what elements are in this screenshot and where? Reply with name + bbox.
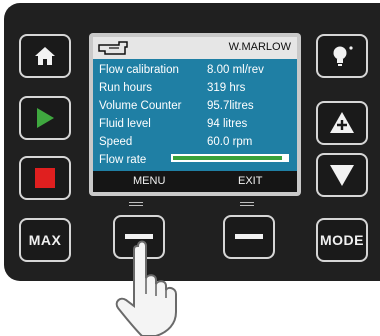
screen-header: W.MARLOW	[93, 37, 297, 59]
status-row: Speed 60.0 rpm	[99, 136, 252, 148]
user-name: W.MARLOW	[228, 41, 291, 53]
flow-rate-label: Flow rate	[99, 154, 147, 166]
softkey-left-label: MENU	[133, 175, 166, 187]
row-value: 8.00 ml/rev	[207, 64, 264, 76]
info-button[interactable]	[316, 34, 368, 78]
status-row: Fluid level 94 litres	[99, 118, 247, 130]
flow-rate-bar	[171, 154, 289, 162]
row-label: Speed	[99, 136, 133, 148]
softkey-bar: MENU EXIT	[93, 171, 297, 192]
exit-softkey-button[interactable]	[223, 215, 275, 259]
mode-button[interactable]: MODE	[316, 218, 368, 262]
stop-button[interactable]	[19, 156, 71, 200]
max-button-label: MAX	[28, 232, 62, 248]
lightbulb-icon	[333, 46, 353, 66]
mode-button-label: MODE	[320, 232, 364, 248]
up-button[interactable]	[316, 101, 368, 145]
hand-pointer-icon	[115, 240, 177, 336]
down-button[interactable]	[316, 153, 368, 197]
row-label: Run hours	[99, 82, 153, 94]
max-button[interactable]: MAX	[19, 218, 71, 262]
softkey-right-indicator	[240, 202, 254, 208]
flow-rate-fill	[173, 156, 282, 160]
row-label: Flow calibration	[99, 64, 179, 76]
row-label: Fluid level	[99, 118, 151, 130]
softkey-left-indicator	[129, 202, 143, 208]
down-arrow-icon	[330, 165, 354, 186]
dash-icon	[235, 234, 263, 239]
flow-rate-row: Flow rate	[99, 154, 146, 166]
row-value: 60.0 rpm	[207, 136, 253, 148]
status-row: Run hours 319 hrs	[99, 82, 245, 94]
display-screen: W.MARLOW Flow calibration 8.00 ml/rev Ru…	[93, 37, 297, 192]
play-icon	[37, 108, 54, 128]
row-label: Volume Counter	[99, 100, 182, 112]
row-value: 319 hrs	[207, 82, 246, 94]
home-button[interactable]	[19, 34, 71, 78]
softkey-right-label: EXIT	[238, 175, 263, 187]
status-row: Flow calibration 8.00 ml/rev	[99, 64, 264, 76]
home-icon	[35, 47, 55, 65]
hand-pointer-icon	[98, 41, 128, 55]
row-value: 95.7litres	[207, 100, 254, 112]
run-button[interactable]	[19, 96, 71, 140]
stop-icon	[35, 168, 55, 188]
row-value: 94 litres	[207, 118, 248, 130]
status-row: Volume Counter 95.7litres	[99, 100, 254, 112]
up-arrow-icon	[330, 112, 354, 133]
